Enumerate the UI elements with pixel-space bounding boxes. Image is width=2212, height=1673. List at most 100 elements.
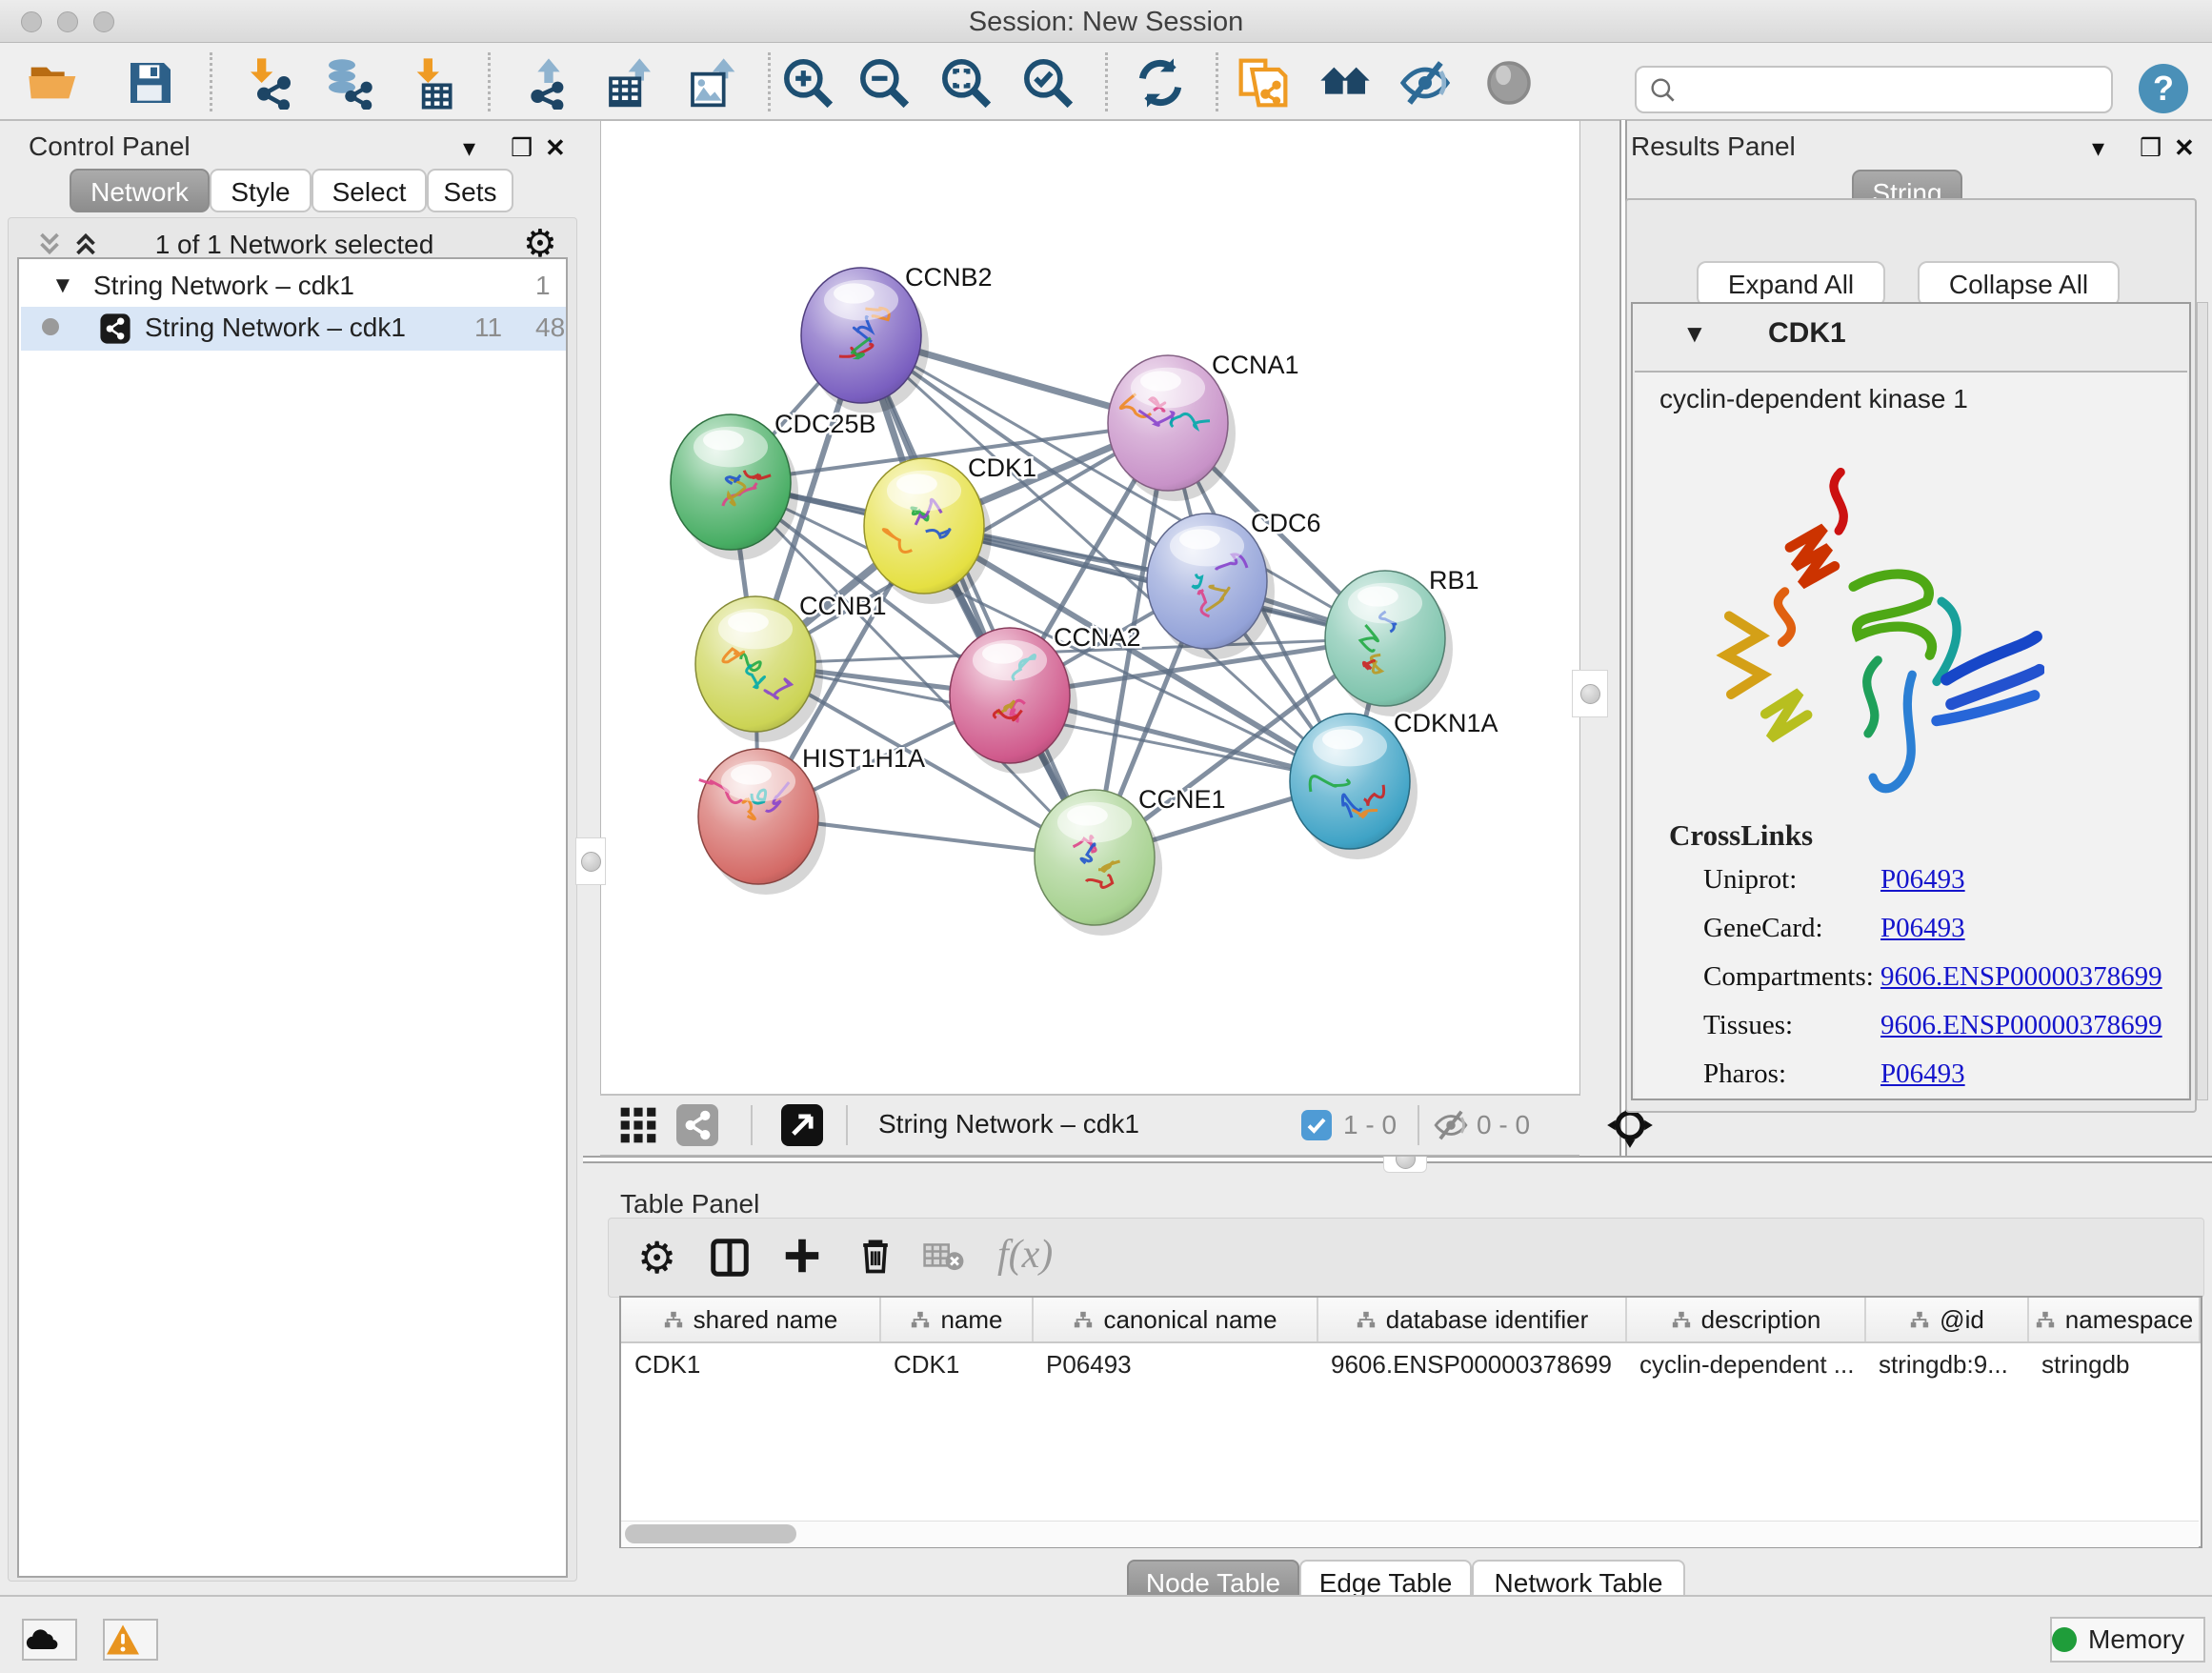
column-header[interactable]: canonical name [1033,1298,1317,1342]
zoom-out-icon[interactable] [857,56,911,110]
export-network-icon[interactable] [522,56,575,110]
network-view-icon[interactable] [676,1104,718,1146]
zoom-in-icon[interactable] [781,56,835,110]
network-node[interactable]: CDK1 [864,454,1036,604]
status-bar: Memory [0,1595,2212,1673]
network-view-toolbar: String Network – cdk1 1 - 0 0 - 0 [600,1094,1579,1157]
results-scrollbar[interactable] [2197,302,2208,1100]
network-node[interactable]: CCNA1 [1108,351,1299,501]
collapse-all-button[interactable]: Collapse All [1918,261,2120,307]
column-header[interactable]: namespace [2028,1298,2200,1342]
network-node[interactable]: HIST1H1A [698,744,925,895]
network-node-label: CDKN1A [1394,709,1498,737]
search-input[interactable] [1686,70,2100,108]
open-session-icon[interactable] [27,56,80,110]
network-graph[interactable]: CCNB2CCNA1CDC25BCDK1CDC6RB1CCNB1CCNA2CDK… [601,121,1579,1095]
refresh-icon[interactable] [1134,56,1187,110]
network-node[interactable]: CDKN1A [1290,709,1498,859]
control-panel-float-icon[interactable]: ❒ [511,133,533,163]
hidden-elements-icon[interactable] [1433,1107,1469,1143]
warning-icon [105,1623,141,1656]
control-panel-menu-icon[interactable]: ▾ [463,133,475,163]
column-header[interactable]: description [1626,1298,1865,1342]
table-options-gear-icon[interactable]: ⚙ [637,1232,676,1283]
import-network-from-database-icon[interactable] [322,56,375,110]
network-label: String Network – cdk1 [145,312,406,343]
network-collection-row[interactable]: ▼ String Network – cdk1 1 [21,265,566,309]
network-edge[interactable] [861,335,1095,857]
memory-button[interactable]: Memory [2050,1617,2205,1663]
network-node-label: CCNB1 [799,592,887,620]
network-node[interactable]: CCNB1 [695,592,887,742]
delete-column-icon[interactable] [855,1235,896,1277]
show-all-icon[interactable] [1482,56,1536,110]
import-network-icon[interactable] [244,56,297,110]
crosslink-link[interactable]: 9606.ENSP00000378699 [1880,1010,2162,1041]
collapse-all-networks-icon[interactable] [33,228,66,260]
expand-all-button[interactable]: Expand All [1697,261,1885,307]
column-header[interactable]: shared name [621,1298,880,1342]
add-column-icon[interactable] [780,1234,824,1278]
clone-network-icon[interactable] [1237,56,1290,110]
expand-all-networks-icon[interactable] [70,228,102,260]
control-panel-close-icon[interactable]: ✕ [545,133,566,163]
results-panel-menu-icon[interactable]: ▾ [2092,133,2104,163]
crosslink-link[interactable]: P06493 [1880,864,1965,896]
network-node-label: RB1 [1429,566,1479,595]
cdk1-description: cyclin-dependent kinase 1 [1659,384,1968,414]
window-title: Session: New Session [0,7,2212,38]
column-header[interactable]: name [880,1298,1033,1342]
right-splitter-handle[interactable] [1572,670,1608,717]
grid-view-icon[interactable] [617,1104,659,1146]
toolbar-separator [1105,52,1108,111]
birds-eye-view-icon[interactable] [781,1104,823,1146]
window-titlebar: Session: New Session [0,0,2212,43]
cdk1-title: CDK1 [1768,317,1846,350]
cdk1-collapse-icon[interactable]: ▼ [1682,319,1707,349]
selected-nodes-checkbox[interactable] [1301,1110,1332,1140]
search-field [1635,66,2113,113]
network-canvas[interactable]: CCNB2CCNA1CDC25BCDK1CDC6RB1CCNB1CCNA2CDK… [600,120,1580,1096]
network-row-selected[interactable]: String Network – cdk1 11 48 [21,307,566,351]
import-table-icon[interactable] [406,56,459,110]
export-table-icon[interactable] [604,56,657,110]
network-node[interactable]: CDC6 [1147,509,1321,659]
collection-expand-icon[interactable]: ▼ [51,272,74,299]
help-icon[interactable]: ? [2139,64,2188,113]
hide-selected-icon[interactable] [1398,56,1452,110]
function-builder-icon: f(x) [997,1232,1053,1278]
control-panel-title: Control Panel [29,131,191,162]
tab-style[interactable]: Style [210,169,312,212]
table-row[interactable]: CDK1 CDK1 P06493 9606.ENSP00000378699 cy… [621,1342,2200,1385]
zoom-selected-icon[interactable] [1021,56,1075,110]
tab-sets[interactable]: Sets [427,169,513,212]
network-node[interactable]: CCNB2 [801,263,993,413]
network-node-label: CDC25B [774,410,876,438]
crosslink-link[interactable]: P06493 [1880,1058,1965,1090]
crosslink-link[interactable]: 9606.ENSP00000378699 [1880,961,2162,993]
crosslink-link[interactable]: P06493 [1880,913,1965,944]
results-panel-close-icon[interactable]: ✕ [2174,133,2195,163]
column-header[interactable]: database identifier [1317,1298,1626,1342]
warnings-button[interactable] [103,1619,158,1661]
zoom-fit-icon[interactable] [939,56,993,110]
cloud-button[interactable] [22,1619,77,1661]
toolbar-separator [210,52,212,111]
first-neighbors-icon[interactable] [1318,56,1372,110]
table-horizontal-scrollbar[interactable] [621,1521,2199,1547]
table-scrollbar-thumb[interactable] [625,1524,796,1543]
save-session-icon[interactable] [124,56,177,110]
crosslinks-list: Uniprot: P06493 GeneCard: P06493 Compart… [1635,864,2187,1112]
column-header[interactable]: @id [1865,1298,2028,1342]
crosslink-label: Tissues: [1703,1010,1793,1041]
tab-select[interactable]: Select [312,169,427,212]
network-node[interactable]: CCNE1 [1035,785,1226,936]
network-node-count: 11 [474,312,502,343]
tab-network[interactable]: Network [70,169,210,212]
table-panel-title: Table Panel [620,1189,759,1219]
results-panel-float-icon[interactable]: ❒ [2140,133,2162,163]
export-image-icon[interactable] [686,56,739,110]
show-columns-icon[interactable] [708,1236,752,1280]
network-node[interactable]: RB1 [1325,566,1479,716]
left-splitter-handle[interactable] [575,837,606,885]
